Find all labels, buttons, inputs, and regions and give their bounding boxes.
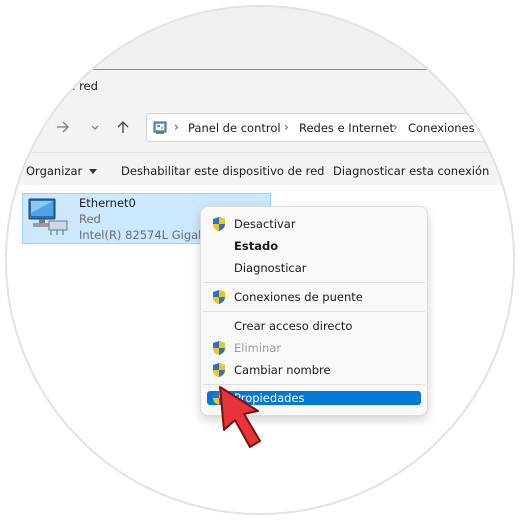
connection-adapter: Intel(R) 82574L Gigabit [79, 228, 214, 242]
title-bar [5, 5, 515, 70]
menu-item-label: Cambiar nombre [234, 363, 331, 377]
menu-item-eliminar: Eliminar [201, 337, 427, 359]
menu-item-label: Desactivar [234, 217, 296, 231]
network-adapter-icon [28, 198, 68, 235]
forward-arrow-icon[interactable] [54, 118, 72, 136]
breadcrumb-separator-icon: › [174, 120, 179, 134]
uac-shield-icon [211, 362, 227, 378]
menu-item-cambiar-nombre[interactable]: Cambiar nombre [201, 359, 427, 381]
red-pointer-arrow-icon [219, 386, 261, 448]
disable-device-button[interactable]: Deshabilitar este dispositivo de red [121, 164, 324, 178]
menu-item-conexiones-puente[interactable]: Conexiones de puente [201, 286, 427, 308]
connection-name: Ethernet0 [79, 196, 136, 210]
recent-dropdown-icon[interactable] [86, 118, 104, 136]
breadcrumb-network-connections[interactable]: Conexiones d [408, 121, 486, 135]
menu-item-label: Crear acceso directo [234, 319, 353, 333]
menu-item-diagnosticar[interactable]: Diagnosticar [201, 257, 427, 279]
connection-network: Red [79, 212, 101, 226]
title-bar-separator [5, 69, 515, 70]
chevron-down-icon [88, 169, 97, 174]
window-title: ones de red [30, 79, 98, 93]
menu-item-desactivar[interactable]: Desactivar [201, 213, 427, 235]
menu-separator [203, 282, 425, 283]
uac-shield-icon [211, 216, 227, 232]
menu-item-label: Eliminar [234, 341, 282, 355]
uac-shield-icon [211, 340, 227, 356]
organize-menu-button[interactable]: Organizar [26, 164, 97, 178]
breadcrumb-control-panel[interactable]: Panel de control [188, 121, 281, 135]
up-arrow-icon[interactable] [114, 118, 132, 136]
uac-shield-icon [211, 289, 227, 305]
breadcrumb-network-internet[interactable]: Redes e Internet [299, 121, 394, 135]
menu-item-label: Diagnosticar [234, 261, 307, 275]
menu-item-crear-acceso[interactable]: Crear acceso directo [201, 315, 427, 337]
menu-item-label: Conexiones de puente [234, 290, 363, 304]
menu-separator [203, 311, 425, 312]
menu-item-estado[interactable]: Estado [201, 235, 427, 257]
screenshot-area: ones de red › Panel de control › Redes e… [5, 5, 515, 515]
breadcrumb-separator-icon: › [284, 120, 289, 134]
organize-label: Organizar [26, 164, 83, 178]
toolbar-divider [5, 152, 515, 153]
diagnose-connection-button[interactable]: Diagnosticar esta conexión [333, 164, 489, 178]
control-panel-icon [153, 121, 167, 134]
address-bar[interactable]: › Panel de control › Redes e Internet › … [146, 113, 515, 142]
menu-item-label: Estado [234, 239, 279, 253]
breadcrumb-separator-icon: › [393, 120, 398, 134]
